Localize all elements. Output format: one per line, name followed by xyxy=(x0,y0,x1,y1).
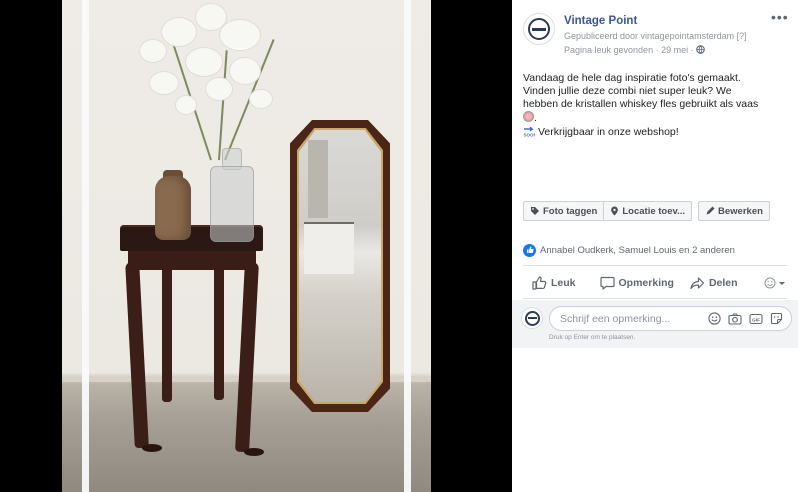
baby-breath-flowers xyxy=(100,0,280,161)
photo-frame-stripe xyxy=(404,0,411,492)
table-leg xyxy=(214,262,224,400)
edit-label: Bewerken xyxy=(718,205,763,217)
crystal-decanter xyxy=(210,166,254,242)
post-message: Vandaag de hele dag inspiratie foto's ge… xyxy=(523,72,785,139)
commenter-avatar xyxy=(521,307,543,329)
reaction-summary[interactable]: Annabel Oudkerk, Samuel Louis en 2 ander… xyxy=(523,243,735,257)
comment-input-tools: GIF xyxy=(701,312,783,325)
photo-tag-bar: Foto taggen Locatie toev... Bewerken xyxy=(523,201,770,221)
edit-button[interactable]: Bewerken xyxy=(698,201,770,221)
camera-button[interactable] xyxy=(728,313,742,325)
table-leg xyxy=(235,261,259,453)
flower-emoji-icon xyxy=(523,111,534,122)
gif-button[interactable]: GIF xyxy=(749,313,763,325)
like-thumb-icon xyxy=(532,276,547,290)
soon-arrow-icon: SOON xyxy=(524,126,536,138)
emoji-button[interactable] xyxy=(708,312,721,325)
divider xyxy=(523,298,787,299)
tag-photo-label: Foto taggen xyxy=(543,205,598,217)
tag-photo-button[interactable]: Foto taggen xyxy=(523,201,605,221)
published-help-link[interactable]: [?] xyxy=(737,31,747,41)
globe-icon xyxy=(696,45,705,54)
camera-icon xyxy=(728,313,742,325)
post-message-line: Verkrijgbaar in onze webshop! xyxy=(538,126,679,138)
post-action-bar: Leuk Opmerking Delen xyxy=(523,271,787,295)
comment-hint: Druk op Enter om te plaatsen. xyxy=(549,334,636,341)
share-label: Delen xyxy=(708,277,738,289)
location-pin-icon xyxy=(611,206,619,216)
ceramic-vase xyxy=(155,176,191,240)
emoji-reaction-icon xyxy=(764,277,785,289)
table-apron xyxy=(128,250,256,270)
liked-timestamp-text[interactable]: Pagina leuk gevonden · 29 mei · xyxy=(564,45,694,55)
post-message-line: Vandaag de hele dag inspiratie foto's ge… xyxy=(523,72,741,84)
sticker-icon xyxy=(770,312,783,325)
reaction-selector-button[interactable] xyxy=(764,277,790,289)
comment-label: Opmerking xyxy=(618,277,674,289)
gif-icon: GIF xyxy=(749,313,763,324)
liked-timestamp: Pagina leuk gevonden · 29 mei · xyxy=(564,45,705,55)
post-panel: Vintage Point Gepubliceerd door vintagep… xyxy=(512,0,798,492)
post-photo[interactable] xyxy=(62,0,431,492)
reaction-names[interactable]: Annabel Oudkerk, Samuel Louis en 2 ander… xyxy=(540,245,735,256)
divider xyxy=(523,265,787,266)
mirror-reflection-door xyxy=(308,140,328,218)
sticker-button[interactable] xyxy=(770,312,783,325)
page-avatar[interactable] xyxy=(523,13,555,45)
post-message-line: Vinden jullie deze combi niet super leuk… xyxy=(523,85,732,97)
table-foot xyxy=(142,444,162,452)
like-label: Leuk xyxy=(551,277,576,289)
emoji-icon xyxy=(708,312,721,325)
like-button[interactable]: Leuk xyxy=(532,276,576,290)
pencil-icon xyxy=(706,206,715,215)
add-location-label: Locatie toev... xyxy=(622,205,686,217)
like-reaction-icon xyxy=(523,243,536,257)
add-location-button[interactable]: Locatie toev... xyxy=(604,201,693,221)
comment-input[interactable]: Schrijf een opmerking... GIF xyxy=(549,306,792,331)
table-leg xyxy=(162,262,172,402)
photo-viewer xyxy=(0,0,512,492)
share-button[interactable]: Delen xyxy=(690,276,738,290)
mirror-reflection-cabinet xyxy=(304,222,354,274)
svg-text:GIF: GIF xyxy=(752,317,760,323)
page-name-link[interactable]: Vintage Point xyxy=(564,15,637,27)
published-by-text: Gepubliceerd door vintagepointamsterdam xyxy=(564,31,735,41)
table-foot xyxy=(244,448,264,456)
comment-placeholder: Schrijf een opmerking... xyxy=(560,313,671,325)
more-options-button[interactable]: ••• xyxy=(771,9,789,25)
comment-bubble-icon xyxy=(599,276,615,290)
post-header: Vintage Point Gepubliceerd door vintagep… xyxy=(523,9,793,59)
comment-composer: Schrijf een opmerking... GIF Druk op Ent… xyxy=(512,300,798,348)
photo-frame-stripe xyxy=(82,0,89,492)
svg-text:SOON: SOON xyxy=(524,133,536,138)
comment-button[interactable]: Opmerking xyxy=(599,276,674,290)
tag-icon xyxy=(531,207,539,215)
table-leg xyxy=(125,261,149,449)
share-arrow-icon xyxy=(690,277,705,290)
published-by: Gepubliceerd door vintagepointamsterdam … xyxy=(564,31,747,41)
post-message-line: hebben de kristallen whiskey fles gebrui… xyxy=(523,98,759,110)
